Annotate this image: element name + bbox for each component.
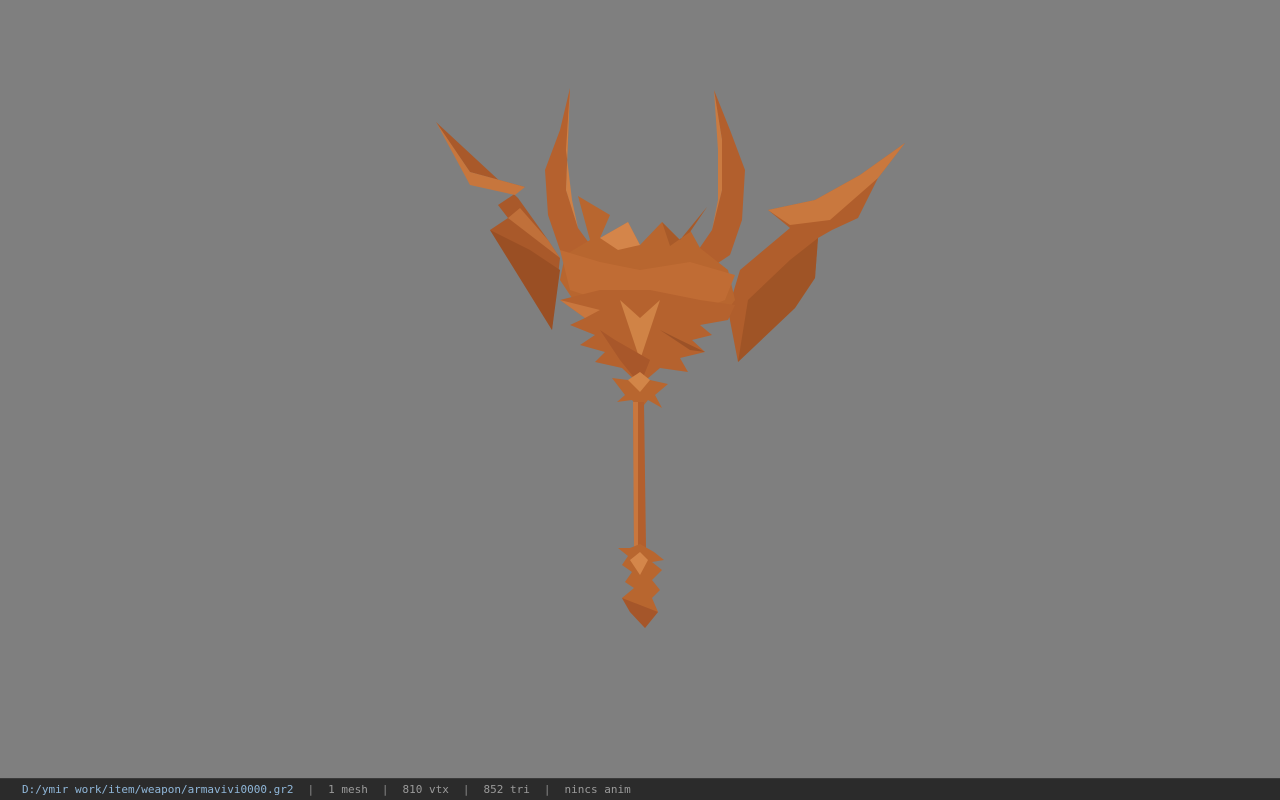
weapon-model[interactable]: [0, 0, 1280, 778]
shaft: [633, 402, 646, 548]
vertex-count: 810 vtx: [402, 783, 449, 796]
separator: |: [543, 783, 551, 796]
3d-viewport[interactable]: [0, 0, 1280, 778]
triangle-count: 852 tri: [483, 783, 530, 796]
file-path: D:/ymir work/item/weapon/armavivi0000.gr…: [22, 783, 294, 796]
right-wing: [728, 143, 905, 362]
separator: |: [307, 783, 315, 796]
anim-status: nincs anim: [564, 783, 631, 796]
left-wing: [436, 122, 560, 330]
status-bar: D:/ymir work/item/weapon/armavivi0000.gr…: [0, 778, 1280, 800]
jaw: [560, 290, 735, 385]
separator: |: [381, 783, 389, 796]
separator: |: [462, 783, 470, 796]
mesh-count: 1 mesh: [328, 783, 368, 796]
pommel: [618, 544, 664, 628]
